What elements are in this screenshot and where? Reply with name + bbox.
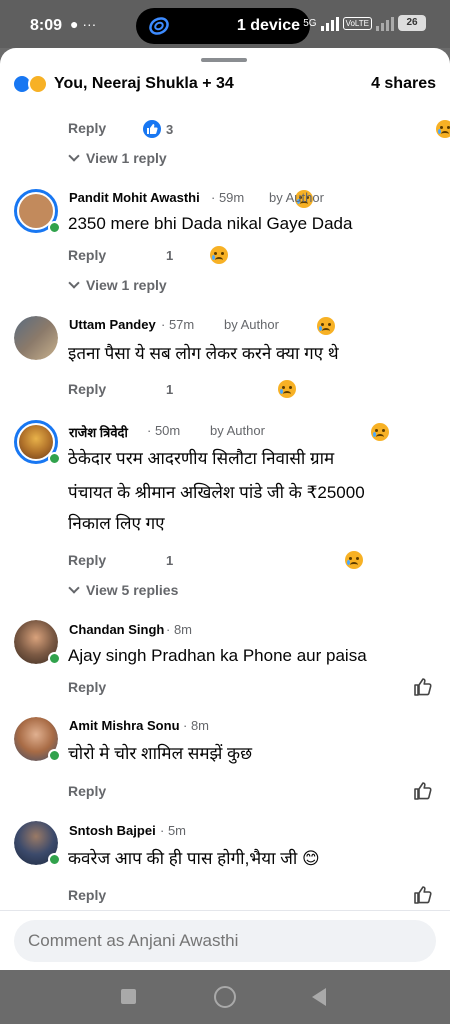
comment-text: Ajay singh Pradhan ka Phone aur paisa [68,646,367,665]
online-indicator [48,749,61,762]
comment-text: कवरेज आप की ही पास होगी,भैया जी 😊 [68,849,320,868]
reactors-summary[interactable]: You, Neeraj Shukla + 34 [54,75,234,93]
comment-text: चोरो मे चोर शामिल समझें कुछ [68,744,253,763]
view-replies-link[interactable]: View 1 reply [68,150,167,166]
comment-author[interactable]: राजेश त्रिवेदी [69,423,128,441]
comment-text-line: ठेकेदार परम आदरणीय सिलौटा निवासी ग्राम [68,449,335,468]
comment-time: · 8m [166,622,192,637]
by-author-tag: by Author [210,423,265,438]
online-indicator [48,853,61,866]
comment-input[interactable] [14,920,436,962]
author-reaction-icon [317,317,336,335]
reaction-count: 1 [166,248,174,263]
comment-time: · 5m [160,823,186,838]
by-author-tag: by Author [224,317,279,332]
comment-author[interactable]: Chandan Singh [69,622,164,637]
battery-icon: 26 [398,15,426,31]
comment-text-line: निकाल लिए गए [68,514,165,533]
comment-time: · 8m [183,718,209,733]
sad-react-icon[interactable] [436,120,450,138]
recents-button[interactable] [121,989,136,1004]
signal-2-icon [376,15,394,31]
status-bar: 8:09 ● ··· 1 device 5G VoLTE 26 [0,0,450,48]
signal-icon [320,15,339,31]
author-reaction-icon [370,423,389,441]
comment-time: · 59m [211,190,245,205]
online-indicator [48,452,61,465]
view-replies-label: View 5 replies [86,582,179,598]
avatar[interactable] [14,316,58,360]
volte-badge: VoLTE [342,16,372,30]
drag-handle[interactable] [201,58,247,62]
comment-text: इतना पैसा ये सब लोग लेकर करने क्या गए थे [68,344,339,363]
reaction-count: 3 [166,122,174,137]
online-indicator [48,221,61,234]
reply-button[interactable]: Reply [68,120,106,136]
device-count: 1 device [236,17,300,34]
back-button[interactable] [312,988,326,1006]
online-indicator [48,652,61,665]
comment-author[interactable]: Sntosh Bajpei [69,823,156,838]
comment-text-line: पंचायत के श्रीमान अखिलेश पांडे जी के ₹25… [68,483,365,502]
haha-reaction-icon [28,74,48,94]
chevron-down-icon [68,150,80,162]
like-reaction-icon [143,120,161,138]
view-replies-label: View 1 reply [86,277,167,293]
by-author-tag: by Author [269,190,324,205]
sad-reaction-icon [345,551,364,569]
like-icon[interactable] [413,677,433,697]
clock: 8:09 [30,17,63,34]
reply-button[interactable]: Reply [68,247,106,263]
like-icon[interactable] [413,781,433,801]
shares-count[interactable]: 4 shares [371,75,436,93]
reply-button[interactable]: Reply [68,783,106,799]
reply-button[interactable]: Reply [68,679,106,695]
like-icon[interactable] [413,885,433,905]
reply-button[interactable]: Reply [68,552,106,568]
comment-time: · 57m [161,317,195,332]
comment-author[interactable]: Pandit Mohit Awasthi [69,190,200,205]
home-button[interactable] [214,986,236,1008]
system-indicators: 5G VoLTE 26 [303,15,426,31]
reaction-count: 1 [166,553,174,568]
view-replies-link[interactable]: View 1 reply [68,277,167,293]
network-type: 5G [303,17,317,29]
reply-button[interactable]: Reply [68,887,106,903]
device-connection-pill[interactable]: 1 device [136,8,310,44]
system-nav-bar [0,970,450,1024]
comment-text: 2350 mere bhi Dada nikal Gaye Dada [68,214,353,233]
reaction-count: 1 [166,382,174,397]
notification-icons: ● ··· [70,16,97,32]
view-replies-link[interactable]: View 5 replies [68,582,179,598]
comments-sheet: You, Neeraj Shukla + 34 4 shares Reply 3… [0,48,450,970]
reply-button[interactable]: Reply [68,381,106,397]
sad-reaction-icon [277,380,296,398]
comment-author[interactable]: Amit Mishra Sonu [69,718,180,733]
reactions-header: You, Neeraj Shukla + 34 4 shares [0,68,450,102]
comment-author[interactable]: Uttam Pandey [69,317,156,332]
sad-reaction-icon [210,246,229,264]
view-replies-label: View 1 reply [86,150,167,166]
link-icon [149,17,169,35]
comment-time: · 50m [147,423,181,438]
comment-composer [0,910,450,970]
chevron-down-icon [68,582,80,594]
chevron-down-icon [68,277,80,289]
